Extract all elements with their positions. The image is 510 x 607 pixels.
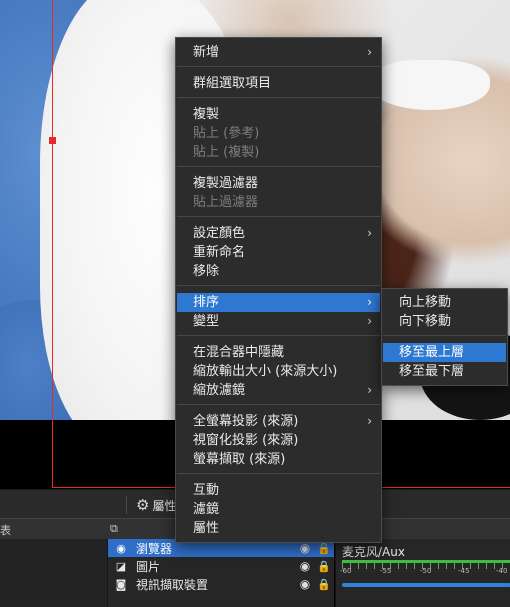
menu-item-label: 向上移動 bbox=[399, 295, 452, 310]
source-context-menu: 新增 › 群組選取項目 複製 貼上 (參考) 貼上 (複製) 複製過濾器 貼上過… bbox=[175, 37, 382, 543]
menu-item-label: 視窗化投影 (來源) bbox=[193, 433, 299, 448]
eye-icon[interactable]: ◉ bbox=[296, 559, 314, 573]
menu-item-label: 全螢幕投影 (來源) bbox=[193, 414, 299, 429]
gear-icon: ⚙ bbox=[136, 496, 150, 514]
menu-item-move-up[interactable]: 向上移動 bbox=[383, 293, 506, 312]
menu-item-set-color[interactable]: 設定顏色 › bbox=[177, 224, 380, 243]
menu-item-label: 移至最下層 bbox=[399, 364, 465, 379]
menu-item-label: 移至最上層 bbox=[399, 345, 465, 360]
menu-item-label: 在混合器中隱藏 bbox=[193, 345, 285, 360]
chevron-right-icon: › bbox=[367, 226, 372, 240]
menu-item-transform[interactable]: 變型 › bbox=[177, 312, 380, 331]
menu-item-label: 縮放輸出大小 (來源大小) bbox=[193, 364, 338, 379]
sources-dock-icon: ⧉ bbox=[110, 522, 118, 535]
source-item-video-capture[interactable]: ◙ 視訊擷取裝置 ◉ 🔒 bbox=[108, 575, 334, 593]
menu-separator bbox=[177, 473, 380, 474]
chevron-right-icon: › bbox=[367, 314, 372, 328]
menu-separator bbox=[177, 335, 380, 336]
menu-item-label: 屬性 bbox=[193, 521, 220, 536]
db-tick-label: -60 bbox=[340, 567, 352, 575]
volume-slider[interactable] bbox=[342, 583, 510, 587]
eye-icon[interactable]: ◉ bbox=[296, 577, 314, 591]
menu-item-label: 移除 bbox=[193, 264, 220, 279]
lock-icon[interactable]: 🔒 bbox=[314, 560, 334, 573]
menu-item-label: 縮放濾鏡 bbox=[193, 383, 246, 398]
menu-separator bbox=[177, 66, 380, 67]
image-icon: ◪ bbox=[115, 559, 127, 573]
scenes-list[interactable] bbox=[0, 539, 108, 607]
chevron-right-icon: › bbox=[367, 383, 372, 397]
menu-item-label: 新增 bbox=[193, 45, 220, 60]
menu-item-properties[interactable]: 屬性 bbox=[177, 519, 380, 538]
menu-separator bbox=[177, 285, 380, 286]
properties-button-label: 屬性 bbox=[152, 498, 177, 513]
lock-icon[interactable]: 🔒 bbox=[314, 578, 334, 591]
source-item-image[interactable]: ◪ 圖片 ◉ 🔒 bbox=[108, 557, 334, 575]
eye-icon[interactable]: ◉ bbox=[296, 541, 314, 555]
chevron-right-icon: › bbox=[367, 45, 372, 59]
db-tick-label: -55 bbox=[380, 567, 392, 575]
menu-item-fullscreen-projector[interactable]: 全螢幕投影 (來源) › bbox=[177, 412, 380, 431]
sources-list[interactable]: ◉ 瀏覽器 ◉ 🔒 ◪ 圖片 ◉ 🔒 ◙ 視訊擷取裝置 ◉ 🔒 bbox=[108, 539, 334, 607]
menu-separator bbox=[177, 166, 380, 167]
menu-item-screenshot[interactable]: 螢幕擷取 (來源) bbox=[177, 450, 380, 469]
menu-separator bbox=[177, 404, 380, 405]
source-resize-handle[interactable] bbox=[49, 137, 56, 144]
menu-item-label: 變型 bbox=[193, 314, 220, 329]
camera-icon: ◙ bbox=[115, 577, 127, 591]
globe-icon: ◉ bbox=[116, 541, 126, 555]
menu-separator bbox=[383, 335, 506, 336]
menu-item-label: 貼上 (複製) bbox=[193, 145, 260, 160]
menu-item-remove[interactable]: 移除 bbox=[177, 262, 380, 281]
scenes-dock-title: 表 bbox=[0, 524, 11, 537]
db-tick-label: -50 bbox=[420, 567, 432, 575]
menu-item-order[interactable]: 排序 › bbox=[177, 293, 380, 312]
menu-item-move-down[interactable]: 向下移動 bbox=[383, 312, 506, 331]
menu-item-label: 複製過濾器 bbox=[193, 176, 259, 191]
menu-item-filters[interactable]: 濾鏡 bbox=[177, 500, 380, 519]
source-name: 圖片 bbox=[136, 559, 161, 574]
source-name: 視訊擷取裝置 bbox=[136, 577, 209, 592]
menu-item-group-selected[interactable]: 群組選取項目 bbox=[177, 74, 380, 93]
menu-item-rename[interactable]: 重新命名 bbox=[177, 243, 380, 262]
menu-item-label: 重新命名 bbox=[193, 245, 246, 260]
menu-item-label: 群組選取項目 bbox=[193, 76, 272, 91]
menu-item-resize-output[interactable]: 縮放輸出大小 (來源大小) bbox=[177, 362, 380, 381]
menu-separator bbox=[177, 97, 380, 98]
menu-item-label: 互動 bbox=[193, 483, 220, 498]
lock-icon[interactable]: 🔒 bbox=[314, 542, 334, 555]
menu-item-copy-filters[interactable]: 複製過濾器 bbox=[177, 174, 380, 193]
source-bounding-box-edge bbox=[52, 0, 53, 488]
menu-item-label: 向下移動 bbox=[399, 314, 452, 329]
mixer-channel-name: 麦克风/Aux bbox=[342, 545, 405, 559]
audio-mixer: 麦克风/Aux -60 -55 -50 -45 -40 bbox=[335, 539, 510, 607]
menu-item-interact[interactable]: 互動 bbox=[177, 481, 380, 500]
chevron-right-icon: › bbox=[367, 414, 372, 428]
menu-item-new[interactable]: 新增 › bbox=[177, 43, 380, 62]
properties-button[interactable]: ⚙ 屬性 bbox=[136, 495, 176, 515]
menu-item-paste-reference: 貼上 (參考) bbox=[177, 124, 380, 143]
menu-item-paste-duplicate: 貼上 (複製) bbox=[177, 143, 380, 162]
menu-item-label: 設定顏色 bbox=[193, 226, 246, 241]
toolbar-separator bbox=[126, 496, 127, 514]
menu-item-label: 排序 bbox=[193, 295, 220, 310]
menu-item-move-to-top[interactable]: 移至最上層 bbox=[383, 343, 506, 362]
menu-item-label: 貼上過濾器 bbox=[193, 195, 259, 210]
db-tick-label: -45 bbox=[458, 567, 470, 575]
order-submenu: 向上移動 向下移動 移至最上層 移至最下層 bbox=[381, 288, 508, 386]
menu-item-move-to-bottom[interactable]: 移至最下層 bbox=[383, 362, 506, 381]
db-tick-label: -40 bbox=[496, 567, 508, 575]
menu-item-label: 螢幕擷取 (來源) bbox=[193, 452, 286, 467]
menu-item-copy[interactable]: 複製 bbox=[177, 105, 380, 124]
menu-item-windowed-projector[interactable]: 視窗化投影 (來源) bbox=[177, 431, 380, 450]
menu-item-label: 濾鏡 bbox=[193, 502, 220, 517]
menu-item-paste-filters: 貼上過濾器 bbox=[177, 193, 380, 212]
menu-item-label: 貼上 (參考) bbox=[193, 126, 260, 141]
menu-separator bbox=[177, 216, 380, 217]
menu-item-hide-in-mixer[interactable]: 在混合器中隱藏 bbox=[177, 343, 380, 362]
menu-item-label: 複製 bbox=[193, 107, 220, 122]
chevron-right-icon: › bbox=[367, 295, 372, 309]
preview-image-region bbox=[370, 60, 490, 110]
menu-item-scale-filter[interactable]: 縮放濾鏡 › bbox=[177, 381, 380, 400]
